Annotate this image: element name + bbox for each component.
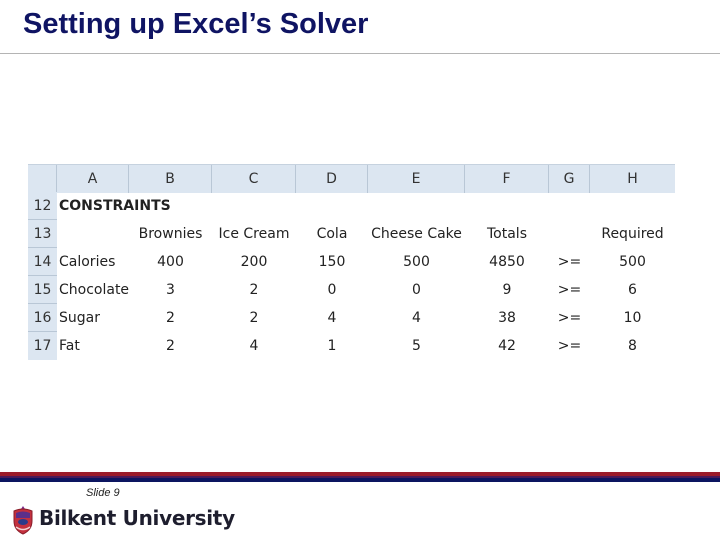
column-header-g[interactable]: G — [549, 165, 590, 193]
column-header-b[interactable]: B — [129, 165, 212, 193]
column-header-c[interactable]: C — [212, 165, 296, 193]
cell-operator[interactable]: >= — [549, 332, 590, 360]
cell-f13-header[interactable]: Totals — [465, 220, 549, 248]
cell-totals[interactable]: 4850 — [465, 248, 549, 276]
slide-number: Slide 9 — [86, 487, 120, 499]
cell-ice-cream[interactable]: 2 — [212, 276, 296, 304]
cell-operator[interactable]: >= — [549, 304, 590, 332]
cell-ice-cream[interactable]: 4 — [212, 332, 296, 360]
cell-b13-header[interactable]: Brownies — [129, 220, 212, 248]
column-header-h[interactable]: H — [590, 165, 675, 193]
cell-brownies[interactable]: 3 — [129, 276, 212, 304]
cell-required[interactable]: 8 — [590, 332, 675, 360]
cell-ice-cream[interactable]: 200 — [212, 248, 296, 276]
cell-required[interactable]: 10 — [590, 304, 675, 332]
row-header-14[interactable]: 14 — [28, 248, 57, 276]
cell-totals[interactable]: 9 — [465, 276, 549, 304]
column-header-a[interactable]: A — [57, 165, 129, 193]
cell-required[interactable]: 500 — [590, 248, 675, 276]
cell-cheese-cake[interactable]: 5 — [368, 332, 465, 360]
cell-row-label[interactable]: Chocolate — [57, 276, 129, 304]
title-divider — [0, 53, 720, 54]
cell-cola[interactable]: 1 — [296, 332, 368, 360]
cell-totals[interactable]: 38 — [465, 304, 549, 332]
footer-stripe-navy — [0, 478, 720, 482]
row-header-13[interactable]: 13 — [28, 220, 57, 248]
cell-totals[interactable]: 42 — [465, 332, 549, 360]
cell-brownies[interactable]: 2 — [129, 304, 212, 332]
row-header-16[interactable]: 16 — [28, 304, 57, 332]
cell-d13-header[interactable]: Cola — [296, 220, 368, 248]
row-header-15[interactable]: 15 — [28, 276, 57, 304]
cell-row-label[interactable]: Sugar — [57, 304, 129, 332]
cell-operator[interactable]: >= — [549, 276, 590, 304]
cell-brownies[interactable]: 400 — [129, 248, 212, 276]
cell-cheese-cake[interactable]: 0 — [368, 276, 465, 304]
cell-cheese-cake[interactable]: 4 — [368, 304, 465, 332]
slide-title: Setting up Excel’s Solver — [23, 8, 369, 40]
cell-row-label[interactable]: Fat — [57, 332, 129, 360]
column-header-e[interactable]: E — [368, 165, 465, 193]
cell-row-label[interactable]: Calories — [57, 248, 129, 276]
select-all-corner[interactable] — [28, 165, 57, 193]
cell-operator[interactable]: >= — [549, 248, 590, 276]
row-header-12[interactable]: 12 — [28, 192, 57, 220]
cell-cola[interactable]: 0 — [296, 276, 368, 304]
cell-brownies[interactable]: 2 — [129, 332, 212, 360]
university-crest-icon — [13, 506, 33, 535]
cell-cola[interactable]: 4 — [296, 304, 368, 332]
university-name: Bilkent University — [39, 506, 235, 530]
column-header-d[interactable]: D — [296, 165, 368, 193]
column-header-row: A B C D E F G H — [28, 164, 675, 193]
column-header-f[interactable]: F — [465, 165, 549, 193]
cell-c13-header[interactable]: Ice Cream — [212, 220, 296, 248]
cell-e13-header[interactable]: Cheese Cake — [368, 220, 465, 248]
cell-a12-section-title[interactable]: CONSTRAINTS — [57, 192, 257, 220]
row-header-17[interactable]: 17 — [28, 332, 57, 360]
row-header-column: 12 13 14 15 16 17 — [28, 192, 57, 360]
cell-ice-cream[interactable]: 2 — [212, 304, 296, 332]
cell-cola[interactable]: 150 — [296, 248, 368, 276]
cell-required[interactable]: 6 — [590, 276, 675, 304]
cell-h13-header[interactable]: Required — [590, 220, 675, 248]
cell-cheese-cake[interactable]: 500 — [368, 248, 465, 276]
